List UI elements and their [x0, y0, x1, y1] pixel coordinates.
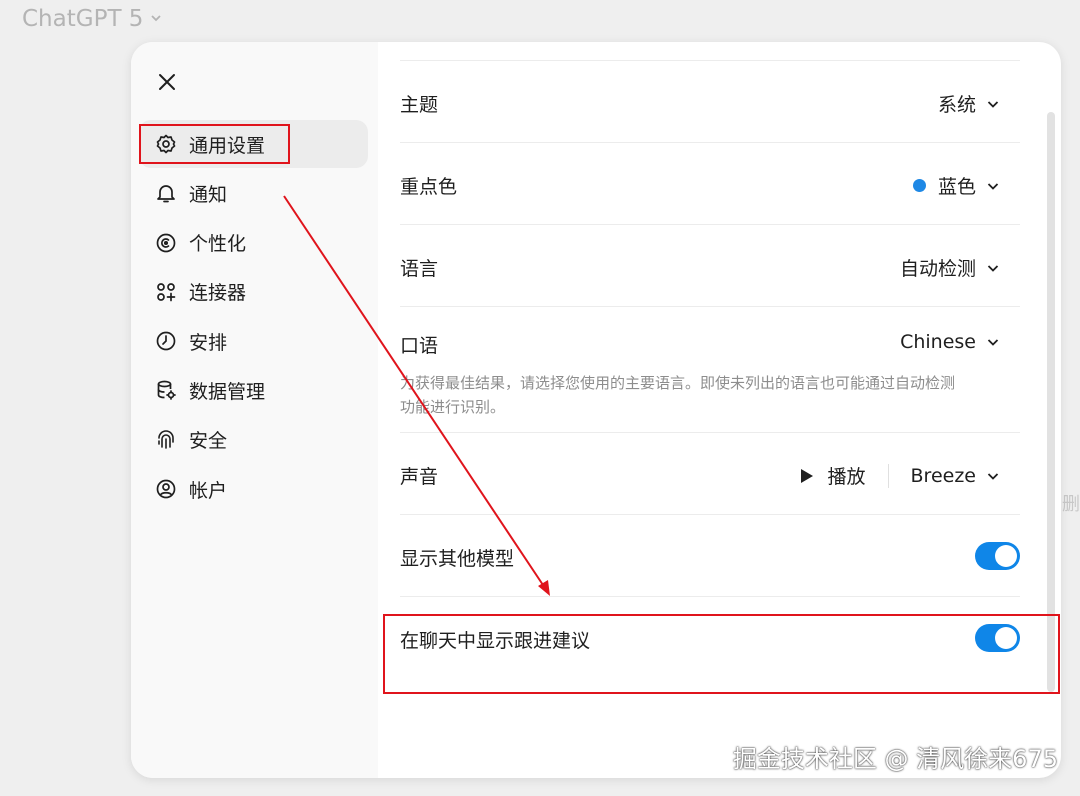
watermark: 掘金技术社区 @ 清风徐来675 — [732, 745, 1058, 773]
annotation-arrow — [283, 195, 550, 596]
